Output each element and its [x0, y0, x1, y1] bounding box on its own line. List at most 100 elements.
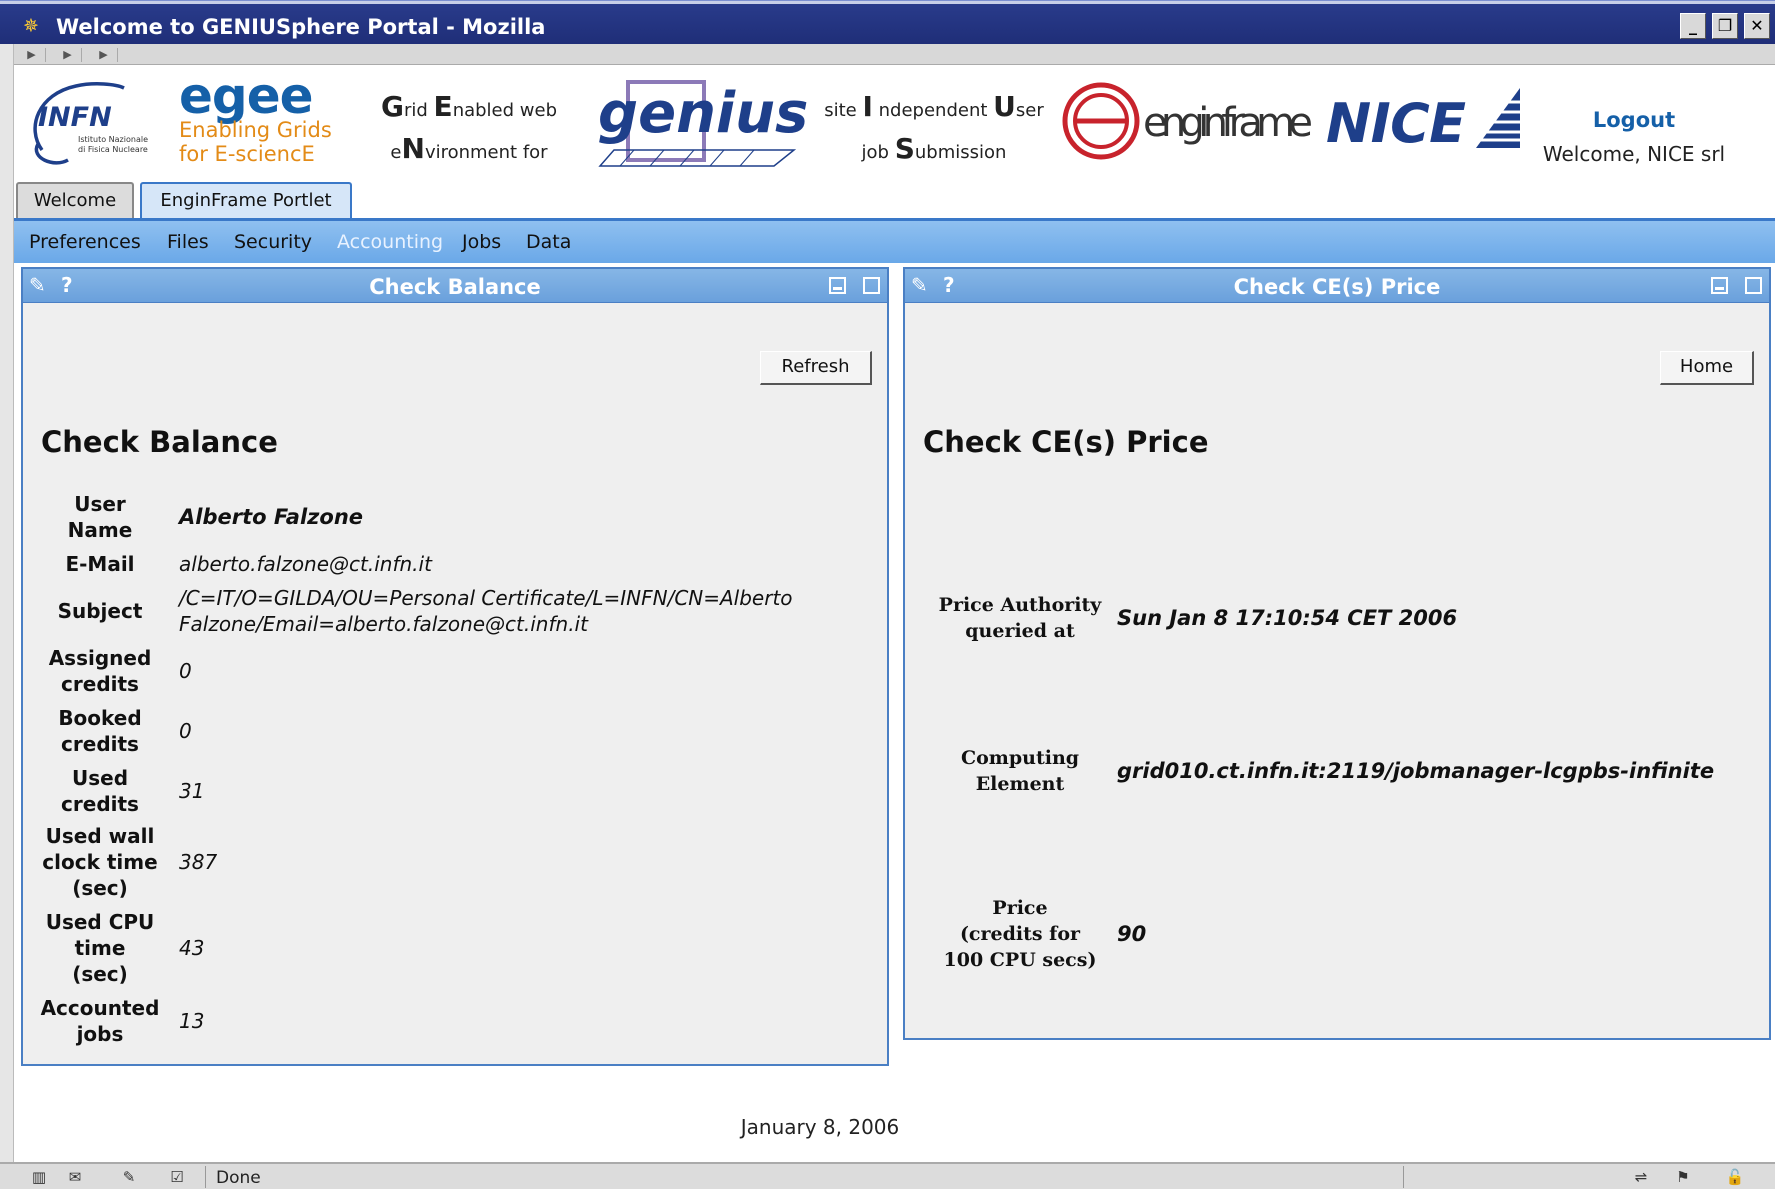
field-label: Assigned credits	[48, 646, 152, 696]
title-bar[interactable]: ✵ Welcome to GENIUSphere Portal - Mozill…	[0, 0, 1775, 44]
field-label: E-Mail	[65, 552, 135, 576]
tagline-letter: I	[862, 90, 873, 123]
field-label: Price Authority queried at	[938, 594, 1102, 642]
home-button[interactable]: Home	[1660, 351, 1754, 385]
tagline-text: nabled web	[452, 100, 557, 121]
status-divider	[205, 1166, 206, 1188]
portlet-header: ✎ ? Check CE(s) Price	[905, 269, 1769, 303]
queried-at-value: Sun Jan 8 17:10:54 CET 2006	[1117, 606, 1458, 630]
page-title: Check Balance	[41, 425, 278, 459]
sidebar-toggle-strip: ▶ ▶ ▶	[14, 44, 1775, 65]
address-book-icon[interactable]: ☑	[164, 1167, 190, 1187]
tagline-text: rid	[403, 100, 434, 121]
computing-element-value: grid010.ct.infn.it:2119/jobmanager-lcgpb…	[1117, 759, 1715, 783]
page-title: Check CE(s) Price	[923, 425, 1209, 459]
nice-wordmark: NICE	[1326, 92, 1466, 155]
menu-item-accounting[interactable]: Accounting	[337, 231, 443, 253]
field-label: Price (credits for 100 CPU secs)	[943, 897, 1097, 971]
enginframe-wordmark: enginframe	[1143, 100, 1313, 146]
collapse-arrow-icon[interactable]: ▶	[54, 48, 82, 62]
mozilla-app-icon[interactable]: ✵	[20, 15, 42, 37]
tagline-letter: U	[993, 90, 1016, 123]
booked-credits-value: 0	[179, 719, 192, 743]
restore-button[interactable]: ❐	[1712, 13, 1738, 39]
field-label: Used wall clock time (sec)	[42, 824, 158, 900]
portal-tabs: Welcome EnginFrame Portlet	[14, 180, 1775, 220]
portal-header-banner: INFN Istituto Nazionale di Fisica Nuclea…	[14, 66, 1775, 178]
portlet-menu-bar: Preferences Files Security Accounting Jo…	[14, 221, 1775, 263]
tagline-letter: N	[401, 132, 425, 165]
composer-icon[interactable]: ✎	[116, 1167, 142, 1187]
subject-value: /C=IT/O=GILDA/OU=Personal Certificate/L=…	[179, 586, 793, 636]
enginframe-logo: enginframe	[1062, 82, 1313, 160]
field-label: Accounted jobs	[40, 996, 160, 1046]
close-button[interactable]: ✕	[1744, 13, 1770, 39]
tab-welcome[interactable]: Welcome	[16, 182, 134, 220]
collapse-arrow-icon[interactable]: ▶	[18, 48, 46, 62]
browser-window: ✵ Welcome to GENIUSphere Portal - Mozill…	[0, 0, 1775, 1189]
cpu-time-value: 43	[179, 936, 205, 960]
tagline-text: ubmission	[914, 142, 1007, 163]
maximize-portlet-icon[interactable]	[1745, 277, 1762, 294]
genius-logo: genius	[598, 80, 808, 167]
cookie-icon[interactable]: ⚑	[1670, 1167, 1696, 1187]
price-value: 90	[1117, 922, 1147, 946]
tagline-text: ndependent	[872, 100, 994, 121]
infn-sub1: Istituto Nazionale	[78, 135, 148, 144]
genius-wordmark: genius	[598, 81, 808, 146]
infn-text: INFN	[38, 102, 112, 133]
minimize-button[interactable]: _	[1680, 13, 1706, 39]
field-label: Used credits	[61, 766, 139, 816]
menu-item-files[interactable]: Files	[167, 231, 209, 253]
title-bar-stripe	[0, 1, 1775, 4]
nice-logo: NICE	[1326, 88, 1520, 155]
field-label: User Name	[67, 492, 133, 542]
egee-logo: egee Enabling Grids for E-sciencE	[179, 71, 332, 169]
collapse-arrow-icon[interactable]: ▶	[90, 48, 118, 62]
maximize-portlet-icon[interactable]	[863, 277, 880, 294]
logout-link[interactable]: Logout	[1574, 108, 1694, 132]
status-divider	[1403, 1166, 1404, 1188]
footer-date: January 8, 2006	[740, 1115, 900, 1139]
tab-enginframe-portlet[interactable]: EnginFrame Portlet	[140, 182, 352, 220]
user-name-value: Alberto Falzone	[179, 505, 364, 529]
window-title: Welcome to GENIUSphere Portal - Mozilla	[56, 15, 546, 39]
check-price-portlet: ✎ ? Check CE(s) Price Home Check CE(s) P…	[903, 267, 1771, 1040]
left-frame-border	[0, 44, 14, 1189]
tagline-letter: S	[894, 132, 915, 165]
tagline-text: job	[861, 142, 895, 163]
navigator-icon[interactable]: ▥	[26, 1167, 52, 1187]
menu-item-security[interactable]: Security	[234, 231, 312, 253]
welcome-user-text: Welcome, NICE srl	[1542, 142, 1726, 166]
wall-clock-value: 387	[179, 850, 218, 874]
field-label: Subject	[57, 599, 143, 623]
minimize-portlet-icon[interactable]	[1711, 277, 1728, 294]
menu-item-preferences[interactable]: Preferences	[29, 231, 141, 253]
field-label: Used CPU time (sec)	[45, 910, 155, 986]
minimize-portlet-icon[interactable]	[829, 277, 846, 294]
used-credits-value: 31	[179, 779, 205, 803]
menu-item-data[interactable]: Data	[526, 231, 571, 253]
tagline-text: e	[390, 142, 402, 163]
portlet-title: Check CE(s) Price	[1233, 275, 1441, 299]
status-text: Done	[216, 1168, 261, 1188]
portlet-header: ✎ ? Check Balance	[23, 269, 887, 303]
tagline-letter: E	[433, 90, 453, 123]
assigned-credits-value: 0	[179, 659, 192, 683]
refresh-button[interactable]: Refresh	[760, 351, 872, 385]
security-lock-icon[interactable]: 🔓	[1722, 1167, 1748, 1187]
tagline-text: ser	[1015, 100, 1044, 121]
online-status-icon[interactable]: ⇌	[1628, 1167, 1654, 1187]
field-label: Computing Element	[960, 747, 1080, 795]
menu-item-jobs[interactable]: Jobs	[462, 231, 501, 253]
egee-line1: Enabling Grids	[179, 118, 332, 142]
field-label: Booked credits	[58, 706, 142, 756]
site-independent-tagline: site I ndependent User job Submission	[819, 88, 1049, 172]
mail-icon[interactable]: ✉	[62, 1167, 88, 1187]
tagline-letter: G	[381, 90, 404, 123]
tagline-text: vironment for	[424, 142, 548, 163]
infn-sub2: di Fisica Nucleare	[78, 145, 148, 154]
tagline-text: site	[824, 100, 863, 121]
infn-logo: INFN Istituto Nazionale di Fisica Nuclea…	[33, 82, 148, 165]
status-bar: ▥ ✉ ✎ ☑ Done ⇌ ⚑ 🔓	[0, 1162, 1775, 1189]
